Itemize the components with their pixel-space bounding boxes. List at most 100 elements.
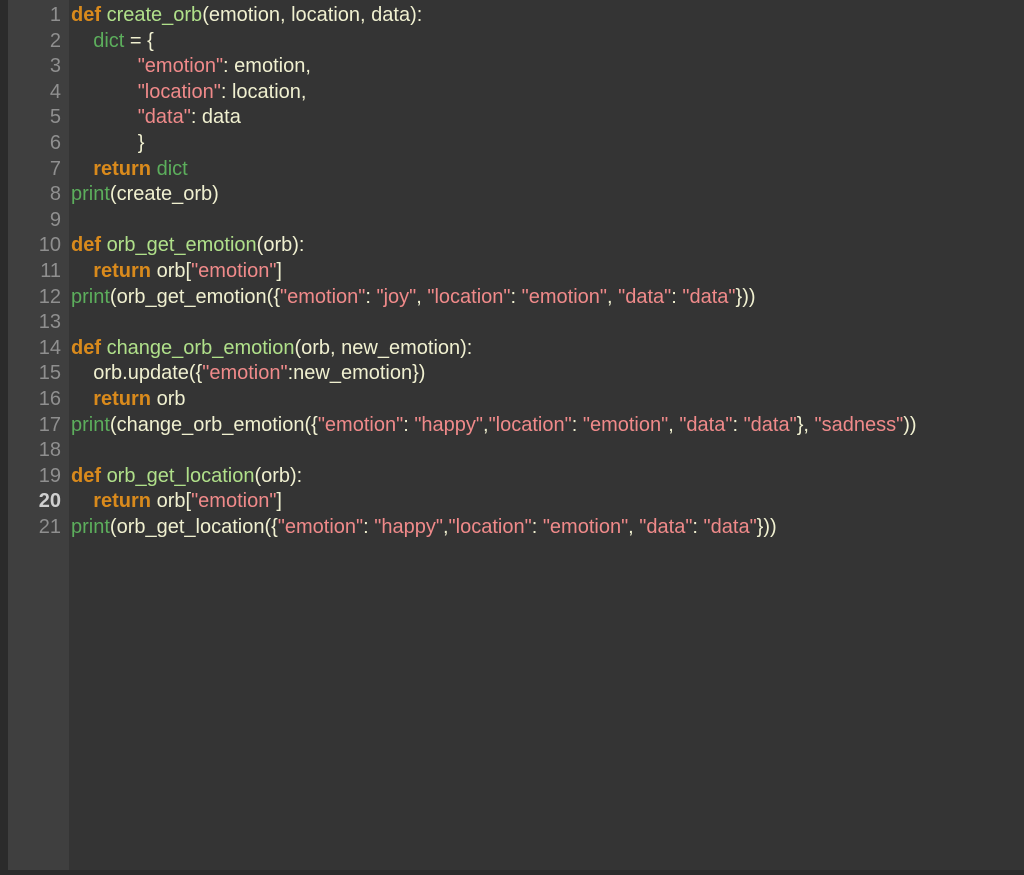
code-token: ,: [416, 285, 428, 308]
code-token: orb[: [151, 259, 192, 282]
code-lines[interactable]: 1 def create_orb(emotion, location, data)…: [0, 3, 1024, 540]
code-text[interactable]: }: [71, 131, 145, 157]
code-token: "happy": [414, 413, 484, 436]
code-line[interactable]: 11 return orb["emotion"]: [0, 259, 1024, 285]
line-number: 11: [40, 259, 61, 282]
code-text[interactable]: return dict: [71, 157, 188, 183]
code-token: "emotion": [191, 490, 277, 513]
code-token: (change_orb_emotion({: [109, 413, 318, 436]
line-number: 1: [49, 4, 61, 26]
code-token: "emotion": [542, 515, 629, 538]
code-line[interactable]: 3 "emotion": emotion,: [0, 54, 1024, 80]
code-token: "emotion": [191, 259, 277, 282]
code-line[interactable]: 19 def orb_get_location(orb):: [0, 464, 1024, 490]
line-number: 14: [38, 336, 61, 359]
code-line[interactable]: 6 }: [0, 131, 1024, 157]
code-line[interactable]: 18: [0, 438, 1024, 464]
code-token: "location": [448, 515, 532, 538]
code-token: "data": [618, 285, 672, 308]
code-token: orb_get_location: [106, 464, 255, 487]
code-token: print: [71, 413, 110, 436]
code-line[interactable]: 1 def create_orb(emotion, location, data)…: [0, 3, 1024, 29]
code-line[interactable]: 8 print(create_orb): [0, 182, 1024, 208]
code-text[interactable]: def orb_get_emotion(orb):: [71, 233, 304, 259]
code-token: : location,: [220, 80, 307, 103]
code-token: "joy": [376, 285, 417, 308]
code-line[interactable]: 13: [0, 310, 1024, 336]
code-line[interactable]: 21 print(orb_get_location({"emotion": "ha…: [0, 515, 1024, 541]
code-text[interactable]: "emotion": emotion,: [71, 54, 311, 80]
line-number: 12: [38, 285, 61, 308]
code-text[interactable]: return orb["emotion"]: [71, 259, 282, 285]
code-token: : emotion,: [223, 55, 311, 78]
code-token: "emotion": [202, 362, 288, 385]
code-token: change_orb_emotion: [106, 336, 295, 359]
code-token: :: [510, 285, 522, 308]
code-line[interactable]: 14 def change_orb_emotion(orb, new_emotio…: [0, 336, 1024, 362]
code-token: print: [71, 515, 110, 538]
code-text[interactable]: def create_orb(emotion, location, data):: [71, 3, 422, 29]
code-token: ]: [276, 490, 282, 513]
code-text[interactable]: orb.update({"emotion":new_emotion}): [71, 361, 425, 387]
code-token: print: [71, 183, 110, 206]
code-line[interactable]: 20 return orb["emotion"]: [0, 489, 1024, 515]
code-token: })): [735, 285, 756, 308]
code-text[interactable]: def change_orb_emotion(orb, new_emotion)…: [71, 336, 472, 362]
code-token: (orb):: [254, 464, 303, 487]
code-token: "emotion": [317, 413, 404, 436]
code-text[interactable]: print(change_orb_emotion({"emotion": "ha…: [71, 413, 917, 439]
code-token: orb[: [151, 490, 192, 513]
code-token: return: [93, 259, 152, 282]
code-text[interactable]: return orb: [71, 387, 186, 413]
code-line[interactable]: 16 return orb: [0, 387, 1024, 413]
code-token: }: [137, 131, 145, 154]
code-token: "data": [679, 413, 733, 436]
code-text[interactable]: dict = {: [71, 29, 154, 55]
code-token: dict: [156, 157, 188, 180]
code-token: "data": [137, 106, 191, 129]
code-text[interactable]: print(orb_get_location({"emotion": "happ…: [71, 515, 777, 541]
line-number: 4: [49, 80, 61, 103]
code-text[interactable]: "location": location,: [71, 80, 307, 106]
code-text[interactable]: "data": data: [71, 105, 241, 131]
code-line[interactable]: 5 "data": data: [0, 105, 1024, 131]
line-number: 16: [38, 387, 61, 410]
code-line[interactable]: 10 def orb_get_emotion(orb):: [0, 233, 1024, 259]
code-token: "emotion": [582, 413, 669, 436]
code-line[interactable]: 17 print(change_orb_emotion({"emotion": "…: [0, 413, 1024, 439]
code-line[interactable]: 7 return dict: [0, 157, 1024, 183]
code-line[interactable]: 12 print(orb_get_emotion({"emotion": "joy…: [0, 285, 1024, 311]
code-text[interactable]: print(create_orb): [71, 182, 219, 208]
code-token: ]: [276, 259, 282, 282]
line-number: 7: [49, 157, 61, 180]
code-token: :new_emotion}): [287, 362, 426, 385]
code-token: (orb):: [256, 234, 305, 257]
code-token: },: [796, 413, 815, 436]
code-line[interactable]: 9: [0, 208, 1024, 234]
code-token: (orb_get_emotion({: [109, 285, 281, 308]
code-token: orb.update({: [93, 362, 203, 385]
line-number: 2: [49, 29, 61, 52]
code-token: "location": [488, 413, 572, 436]
code-token: })): [756, 515, 777, 538]
code-line[interactable]: 15 orb.update({"emotion":new_emotion}): [0, 361, 1024, 387]
code-token: "emotion": [137, 55, 224, 78]
code-line[interactable]: 4 "location": location,: [0, 80, 1024, 106]
code-token: ,: [668, 413, 680, 436]
line-number: 3: [49, 55, 61, 78]
code-editor[interactable]: 1 def create_orb(emotion, location, data)…: [0, 0, 1024, 875]
code-text[interactable]: print(orb_get_emotion({"emotion": "joy",…: [71, 285, 756, 311]
line-number: 15: [38, 362, 61, 385]
line-number: 19: [38, 464, 61, 487]
code-token: def: [71, 234, 101, 257]
code-token: orb: [151, 387, 186, 410]
code-text[interactable]: return orb["emotion"]: [71, 489, 282, 515]
code-line[interactable]: 2 dict = {: [0, 29, 1024, 55]
code-text[interactable]: def orb_get_location(orb):: [71, 464, 302, 490]
